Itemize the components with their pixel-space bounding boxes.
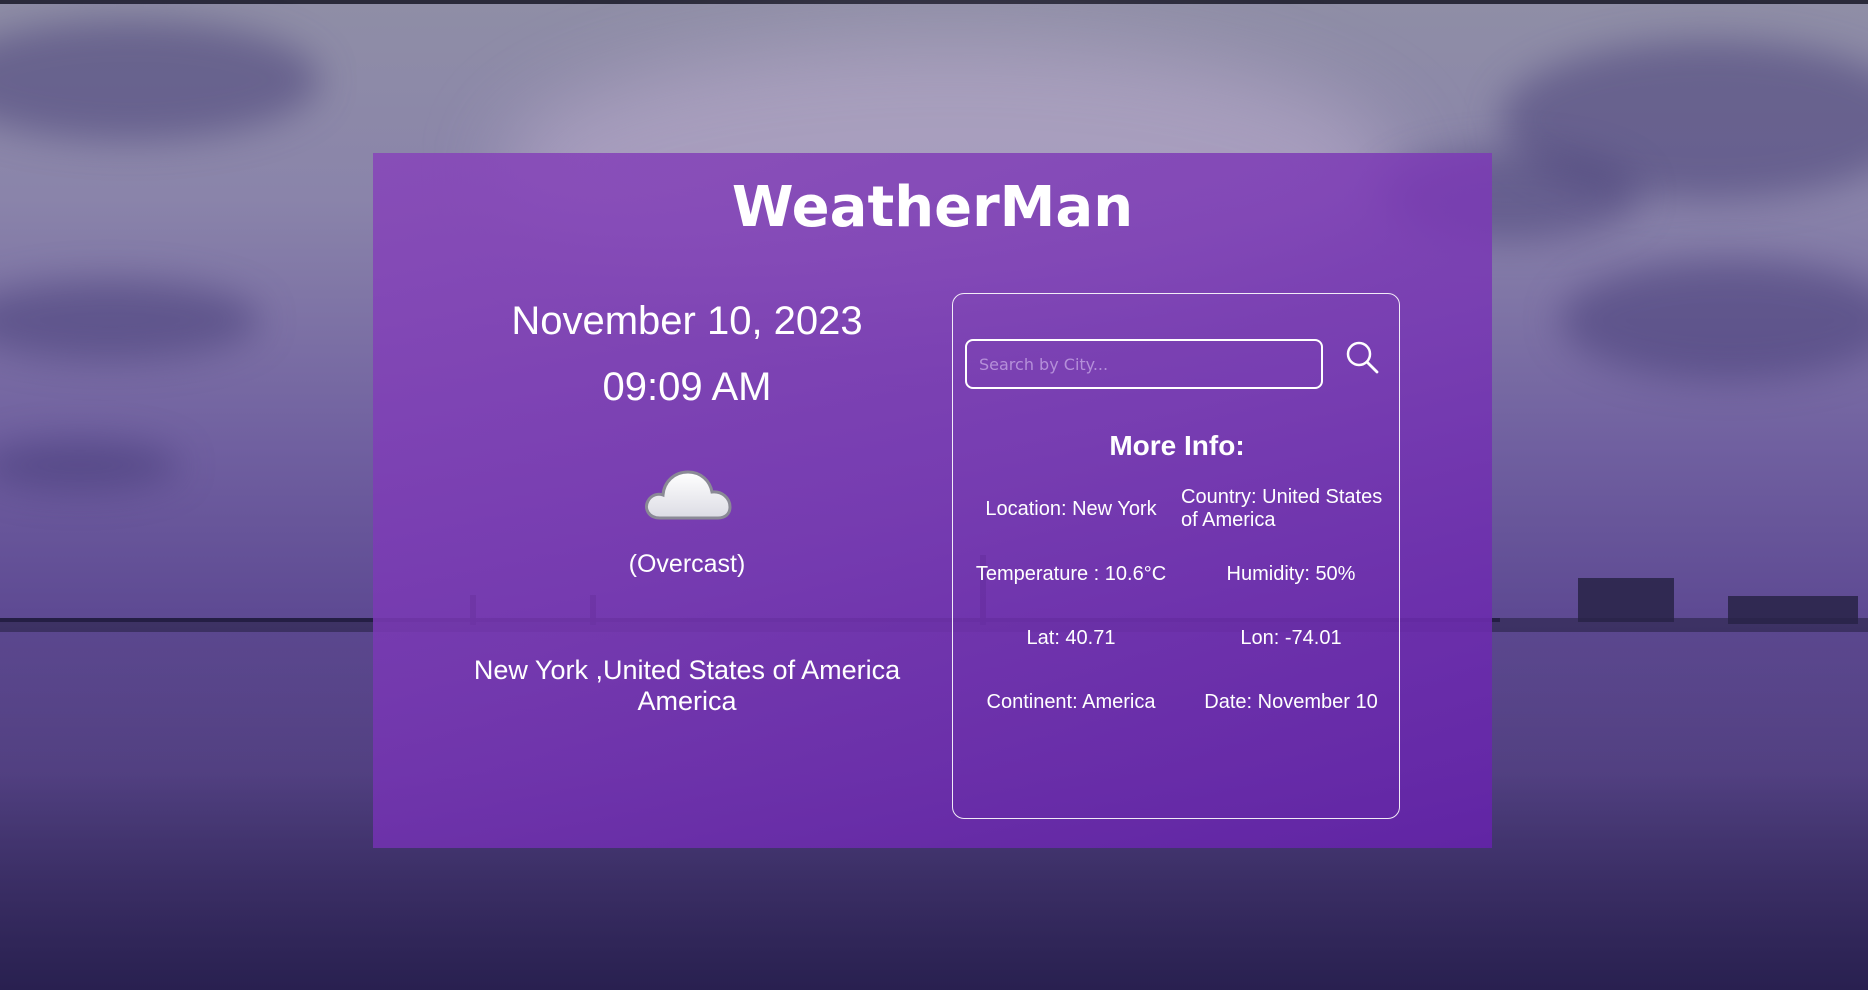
search-button[interactable]	[1343, 338, 1383, 378]
cloud-streak	[0, 280, 260, 360]
location-name: New York ,United States of America Ameri…	[433, 655, 941, 717]
app-title: WeatherMan	[731, 175, 1134, 240]
weather-card: WeatherMan November 10, 2023 09:09 AM (O…	[373, 153, 1492, 848]
search-icon	[1346, 341, 1379, 374]
cloud-streak	[1560, 260, 1868, 380]
info-humidity: Humidity: 50%	[1226, 562, 1356, 585]
info-date: Date: November 10	[1204, 690, 1378, 713]
info-grid: Location: New York Country: United State…	[961, 484, 1401, 734]
more-info-heading: More Info:	[1109, 430, 1245, 461]
current-time: 09:09 AM	[602, 365, 772, 409]
info-temperature: Temperature : 10.6°C	[975, 562, 1167, 585]
info-location: Location: New York	[985, 497, 1157, 520]
top-border	[0, 0, 1868, 4]
weather-condition: (Overcast)	[628, 550, 746, 578]
current-weather: November 10, 2023 09:09 AM (Overcast) Ne…	[433, 288, 941, 717]
info-panel: More Info: Location: New York Country: U…	[952, 293, 1400, 819]
cloud-icon	[642, 460, 732, 526]
search-input[interactable]	[965, 339, 1323, 389]
info-lon: Lon: -74.01	[1240, 626, 1342, 649]
cloud-streak	[0, 20, 320, 140]
current-date: November 10, 2023	[511, 299, 863, 343]
location-line: New York ,United States of America	[473, 655, 901, 685]
building	[1728, 596, 1858, 624]
info-lat: Lat: 40.71	[1026, 626, 1116, 649]
building	[1578, 578, 1674, 622]
cloud-streak	[0, 440, 180, 490]
location-line: America	[637, 686, 737, 716]
info-country: Country: United States of America	[1181, 486, 1383, 531]
info-continent: Continent: America	[986, 690, 1156, 713]
